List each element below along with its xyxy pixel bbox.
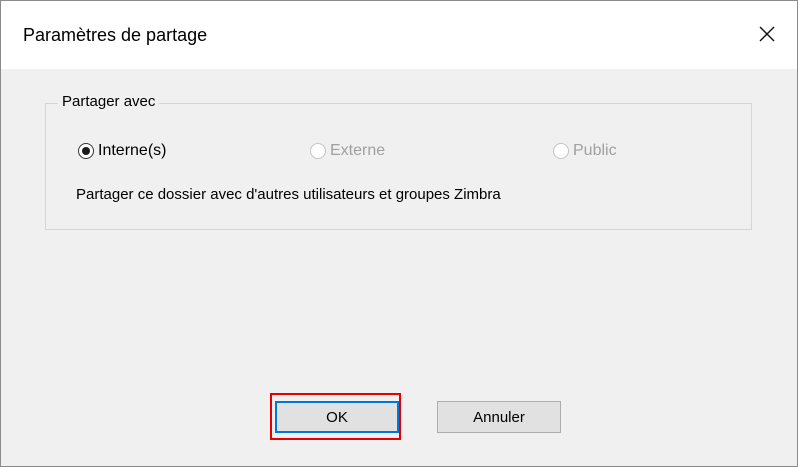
ok-button[interactable]: OK (275, 401, 399, 433)
share-description: Partager ce dossier avec d'autres utilis… (76, 186, 501, 203)
radio-external-label: Externe (330, 142, 386, 159)
dialog-title: Paramètres de partage (23, 25, 208, 45)
radio-public-indicator (553, 143, 569, 159)
radio-external: Externe (310, 142, 385, 160)
radio-internal[interactable]: Interne(s) (78, 142, 166, 160)
title-bar: Paramètres de partage (1, 1, 797, 69)
radio-selected-dot (82, 147, 90, 155)
share-with-legend: Partager avec (58, 93, 160, 110)
radio-public: Public (553, 142, 617, 160)
radio-public-label: Public (573, 142, 617, 159)
cancel-button[interactable]: Annuler (437, 401, 561, 433)
close-icon (759, 26, 775, 42)
radio-external-indicator (310, 143, 326, 159)
radio-internal-indicator[interactable] (78, 143, 94, 159)
share-settings-dialog: Paramètres de partage Partager avec Inte… (0, 0, 798, 467)
close-button[interactable] (737, 1, 797, 67)
radio-internal-label[interactable]: Interne(s) (98, 142, 166, 160)
share-with-group: Partager avec Interne(s) Externe Public … (45, 93, 752, 230)
